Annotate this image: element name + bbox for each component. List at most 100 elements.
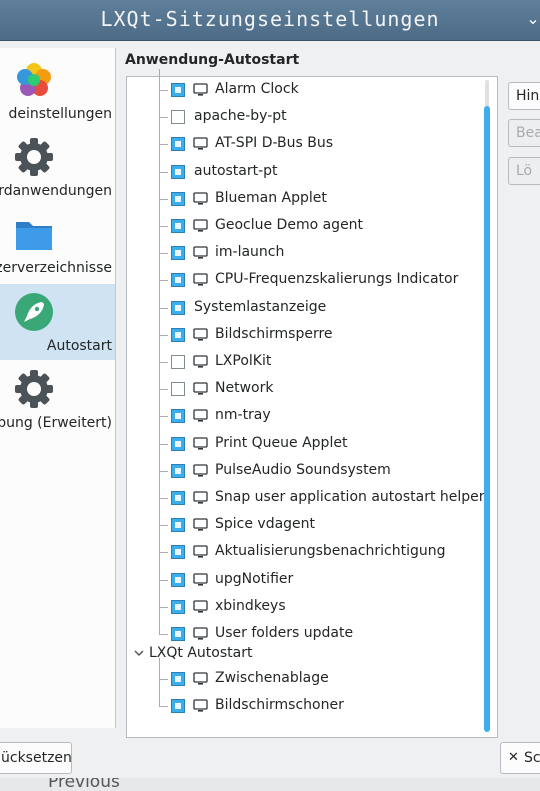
monitor-icon (193, 382, 208, 395)
autostart-entry[interactable]: Bildschirmsperre (127, 322, 477, 349)
background-window-text: Previous (48, 778, 120, 791)
window-title: LXQt-Sitzungseinstellungen (100, 7, 440, 31)
entry-label: Network (215, 380, 274, 397)
enable-checkbox[interactable] (171, 300, 185, 315)
enable-checkbox[interactable] (171, 572, 185, 587)
sidebar-item-autostart[interactable]: Autostart (0, 284, 115, 360)
monitor-icon (193, 246, 208, 259)
autostart-entry[interactable]: PulseAudio Soundsystem (127, 458, 477, 485)
entry-label: LXPolKit (215, 353, 272, 369)
autostart-tree[interactable]: Alarm Clock apache-by-pt AT-SPI D-Bus Bus a… (126, 69, 498, 738)
delete-button[interactable]: Lö (508, 157, 540, 185)
entry-label: Geoclue Demo agent (215, 217, 364, 233)
enable-checkbox[interactable] (171, 491, 185, 505)
entry-label: User folders update (215, 625, 354, 641)
enable-checkbox[interactable] (171, 627, 185, 641)
enable-checkbox[interactable] (171, 699, 185, 714)
sidebar-item-label: zerverzeichnisse (0, 260, 112, 276)
enable-checkbox[interactable] (171, 191, 185, 206)
monitor-icon (193, 83, 208, 96)
enable-checkbox[interactable] (171, 382, 185, 397)
autostart-entry[interactable]: xbindkeys (127, 594, 477, 621)
autostart-entry[interactable]: AT-SPI D-Bus Bus (127, 131, 477, 158)
delete-button-label: Lö (516, 163, 533, 179)
window-menu-button[interactable]: ⌄ (520, 6, 540, 32)
gear-icon (15, 138, 53, 176)
autostart-entry[interactable]: Blueman Applet (127, 186, 477, 213)
entry-label: Snap user application autostart helper (215, 489, 485, 505)
sidebar-item-basic-settings[interactable]: deinstellungen (0, 52, 115, 128)
autostart-entry[interactable]: apache-by-pt (127, 104, 477, 131)
autostart-entry[interactable]: Spice vdagent (127, 512, 477, 539)
chevron-down-icon[interactable] (133, 647, 145, 659)
autostart-entry[interactable]: Snap user application autostart helper (127, 485, 485, 512)
enable-checkbox[interactable] (171, 246, 185, 261)
monitor-icon (193, 699, 208, 712)
enable-checkbox[interactable] (171, 409, 185, 424)
enable-checkbox[interactable] (171, 219, 185, 233)
entry-label: PulseAudio Soundsystem (215, 461, 391, 478)
entry-label: Bildschirmsperre (215, 325, 333, 342)
enable-checkbox[interactable] (171, 327, 185, 342)
close-button-label: Sc (524, 750, 540, 766)
monitor-icon (193, 219, 208, 232)
autostart-entry[interactable]: autostart-pt (127, 159, 477, 186)
autostart-entry[interactable]: Zwischenablage (127, 666, 477, 693)
sidebar-item-user-dirs[interactable]: zerverzeichnisse (0, 206, 115, 282)
entry-label: im-launch (215, 244, 285, 261)
autostart-entry[interactable]: Aktualisierungsbenachrichtigung (127, 539, 477, 566)
autostart-entry[interactable]: Network (127, 376, 477, 403)
autostart-entry[interactable]: upgNotifier (127, 567, 477, 594)
entry-label: Print Queue Applet (215, 434, 348, 451)
monitor-icon (193, 627, 208, 640)
enable-checkbox[interactable] (171, 164, 185, 179)
reset-button-label: ücksetzen (1, 750, 72, 766)
reset-button[interactable]: ücksetzen (0, 742, 72, 774)
autostart-entry[interactable]: LXPolKit (127, 349, 477, 376)
enable-checkbox[interactable] (171, 436, 185, 451)
enable-checkbox[interactable] (171, 518, 185, 533)
sidebar-item-default-apps[interactable]: ardanwendungen (0, 129, 115, 205)
entry-label: Aktualisierungsbenachrichtigung (215, 543, 446, 560)
autostart-entry[interactable]: Alarm Clock (127, 77, 477, 104)
scrollbar[interactable] (483, 80, 491, 732)
autostart-entry[interactable]: Print Queue Applet (127, 431, 477, 458)
enable-checkbox[interactable] (171, 110, 185, 125)
entry-label: xbindkeys (215, 597, 286, 614)
autostart-entry[interactable]: Geoclue Demo agent (127, 213, 477, 240)
rocket-icon (15, 293, 53, 331)
autostart-entry[interactable]: Bildschirmschoner (127, 693, 477, 720)
close-button[interactable]: ✕ Sc (500, 742, 540, 774)
enable-checkbox[interactable] (171, 545, 185, 560)
enable-checkbox[interactable] (171, 355, 185, 369)
monitor-icon (193, 436, 208, 450)
sidebar-item-advanced[interactable]: bung (Erweitert) (0, 361, 115, 437)
add-button[interactable]: Hinz (508, 82, 540, 110)
enable-checkbox[interactable] (171, 672, 185, 686)
entry-label: nm-tray (215, 407, 271, 424)
autostart-entry[interactable]: Systemlastanzeige (127, 295, 477, 322)
monitor-icon (193, 464, 208, 477)
enable-checkbox[interactable] (171, 137, 185, 152)
sidebar-item-label: bung (Erweitert) (0, 415, 112, 431)
group-lxqt-autostart[interactable]: LXQt Autostart (127, 643, 327, 667)
enable-checkbox[interactable] (171, 463, 185, 478)
autostart-entry[interactable]: CPU-Frequenzskalierungs Indicator (127, 267, 477, 294)
title-bar[interactable]: LXQt-Sitzungseinstellungen ⌄ (0, 0, 540, 41)
folder-icon (16, 222, 52, 250)
add-button-label: Hinz (516, 88, 540, 104)
autostart-entry[interactable]: nm-tray (127, 403, 477, 430)
entry-label: Blueman Applet (215, 189, 327, 206)
monitor-icon (193, 545, 208, 558)
flower-icon (17, 63, 51, 96)
sidebar-item-label: Autostart (46, 338, 112, 354)
autostart-entry[interactable]: im-launch (127, 240, 477, 267)
enable-checkbox[interactable] (171, 273, 185, 288)
entry-label: upgNotifier (215, 570, 294, 587)
close-icon: ✕ (508, 750, 519, 765)
enable-checkbox[interactable] (171, 83, 185, 97)
entry-label: apache-by-pt (194, 108, 287, 125)
edit-button[interactable]: Bea (508, 119, 540, 147)
enable-checkbox[interactable] (171, 599, 185, 614)
scrollbar-thumb[interactable] (484, 106, 490, 732)
